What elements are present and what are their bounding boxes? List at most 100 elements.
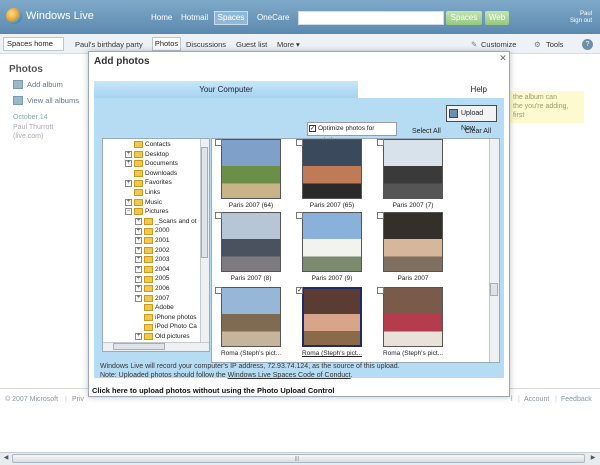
search-spaces-button[interactable]: Spaces bbox=[446, 11, 482, 25]
photo-tile[interactable]: Paris 2007 (7) bbox=[377, 139, 449, 209]
tree-node[interactable]: − Pictures bbox=[125, 207, 209, 217]
photo-tile[interactable]: ✓ Roma (Steph's pict... bbox=[296, 287, 368, 357]
tree-node-label[interactable]: _Scans and ot bbox=[155, 217, 197, 227]
photo-checkbox[interactable] bbox=[215, 212, 222, 219]
help-icon[interactable]: ? bbox=[582, 39, 593, 50]
photo-grid[interactable]: Paris 2007 (64) Paris 2007 (65) Paris 2007… bbox=[211, 138, 500, 363]
tree-scroll-thumb[interactable] bbox=[201, 147, 208, 258]
optimize-checkbox-label[interactable]: Optimize photos for printing bbox=[307, 122, 397, 144]
tree-node-label[interactable]: iPod Photo Ca bbox=[155, 322, 197, 332]
tree-node-label[interactable]: 2007 bbox=[155, 294, 169, 304]
user-name[interactable]: Paul bbox=[556, 11, 592, 18]
expand-icon[interactable]: + bbox=[135, 227, 142, 235]
photo-tile[interactable]: Paris 2007 bbox=[377, 212, 449, 282]
expand-icon[interactable]: + bbox=[135, 333, 142, 341]
tree-node[interactable]: +2007 bbox=[125, 294, 209, 304]
expand-icon[interactable]: + bbox=[135, 246, 142, 254]
expand-icon[interactable]: + bbox=[125, 150, 132, 158]
tree-node-label[interactable]: Favorites bbox=[145, 178, 172, 188]
grid-scroll-thumb[interactable] bbox=[490, 283, 498, 296]
user-menu[interactable]: Paul Sign out bbox=[556, 11, 592, 25]
tree-node[interactable]: +2003 bbox=[125, 255, 209, 265]
folder-tree[interactable]: Contacts + Desktop + Documents Downloads + Favo… bbox=[102, 138, 210, 352]
pencil-icon[interactable]: ✎ bbox=[471, 40, 477, 49]
chevron-down-icon[interactable]: ▾ bbox=[296, 40, 300, 49]
expand-icon[interactable]: + bbox=[135, 256, 142, 264]
photo-thumbnail[interactable] bbox=[221, 212, 281, 272]
collapse-icon[interactable]: − bbox=[125, 208, 132, 216]
photo-thumbnail[interactable] bbox=[302, 139, 362, 199]
select-all-button[interactable]: Select All bbox=[412, 128, 441, 135]
view-all-albums-link[interactable]: View all albums bbox=[27, 96, 79, 105]
add-album-link[interactable]: Add album bbox=[27, 80, 63, 89]
footer-link[interactable]: l bbox=[511, 396, 513, 403]
clear-all-button[interactable]: Clear All bbox=[465, 128, 491, 135]
expand-icon[interactable]: + bbox=[125, 179, 132, 187]
photo-tile[interactable]: Paris 2007 (8) bbox=[215, 212, 287, 282]
photo-checkbox[interactable] bbox=[377, 139, 384, 146]
tab-photos[interactable]: Photos bbox=[152, 37, 181, 51]
tree-node[interactable]: +2002 bbox=[125, 246, 209, 256]
tree-node-label[interactable]: Old pictures bbox=[155, 332, 190, 342]
photo-thumbnail[interactable] bbox=[221, 139, 281, 199]
tree-node[interactable]: + Old pictures bbox=[125, 332, 209, 342]
tree-node-label[interactable]: 2004 bbox=[155, 265, 169, 275]
tree-node-label[interactable]: Adobe bbox=[155, 303, 174, 313]
privacy-link[interactable]: Priv bbox=[72, 396, 84, 403]
tree-node-label[interactable]: Contacts bbox=[145, 140, 171, 150]
spaces-home-button[interactable]: Spaces home bbox=[3, 37, 64, 51]
windows-live-logo[interactable]: Windows Live bbox=[6, 8, 94, 24]
tree-node-label[interactable]: Links bbox=[145, 188, 160, 198]
nav-onecare[interactable]: OneCare bbox=[257, 13, 289, 22]
tab-guest-list[interactable]: Guest list bbox=[236, 40, 267, 49]
grid-vertical-scrollbar[interactable] bbox=[489, 139, 499, 362]
tab-help[interactable]: Help bbox=[358, 81, 504, 98]
expand-icon[interactable]: + bbox=[125, 160, 132, 168]
tree-node[interactable]: Contacts bbox=[125, 140, 209, 150]
tree-node[interactable]: + Music bbox=[125, 198, 209, 208]
photo-checkbox[interactable]: ✓ bbox=[296, 287, 303, 294]
expand-icon[interactable]: + bbox=[135, 237, 142, 245]
nav-hotmail[interactable]: Hotmail bbox=[181, 13, 208, 22]
tree-node[interactable]: Adobe bbox=[125, 303, 209, 313]
tab-your-computer[interactable]: Your Computer bbox=[94, 81, 358, 98]
tree-hscroll-thumb[interactable] bbox=[113, 343, 165, 350]
scroll-right-icon[interactable]: ▶ bbox=[588, 454, 598, 463]
tree-node[interactable]: + Documents bbox=[125, 159, 209, 169]
tree-node-label[interactable]: Pictures bbox=[145, 207, 168, 217]
tree-node-label[interactable]: 2000 bbox=[155, 226, 169, 236]
photo-thumbnail[interactable] bbox=[383, 287, 443, 347]
photo-checkbox[interactable] bbox=[215, 139, 222, 146]
photo-tile[interactable]: Paris 2007 (65) bbox=[296, 139, 368, 209]
upload-without-control-link[interactable]: Click here to upload photos without usin… bbox=[92, 386, 334, 395]
photo-tile[interactable]: Paris 2007 (64) bbox=[215, 139, 287, 209]
feedback-link[interactable]: Feedback bbox=[561, 396, 592, 403]
sign-out-link[interactable]: Sign out bbox=[556, 18, 592, 25]
tree-node[interactable]: +2005 bbox=[125, 274, 209, 284]
close-icon[interactable]: ✕ bbox=[498, 53, 508, 63]
tree-node-label[interactable]: iPhone photos bbox=[155, 313, 197, 323]
tree-node[interactable]: Links bbox=[125, 188, 209, 198]
photo-thumbnail[interactable] bbox=[221, 287, 281, 347]
photo-checkbox[interactable] bbox=[377, 212, 384, 219]
tree-node-label[interactable]: Desktop bbox=[145, 150, 169, 160]
nav-home[interactable]: Home bbox=[151, 13, 172, 22]
tree-node[interactable]: + _Scans and ot bbox=[125, 217, 209, 227]
customize-link[interactable]: Customize bbox=[481, 40, 516, 49]
nav-spaces[interactable]: Spaces bbox=[214, 11, 248, 25]
tab-birthday-party[interactable]: Paul's birthday party bbox=[75, 40, 143, 49]
tree-node[interactable]: +2006 bbox=[125, 284, 209, 294]
photo-checkbox[interactable] bbox=[377, 287, 384, 294]
photo-thumbnail[interactable] bbox=[302, 212, 362, 272]
photo-thumbnail[interactable] bbox=[302, 287, 362, 347]
expand-icon[interactable]: + bbox=[135, 285, 142, 293]
optimize-checkbox[interactable]: ✓ bbox=[309, 125, 316, 132]
tree-node-label[interactable]: 2002 bbox=[155, 246, 169, 256]
tree-node[interactable]: +2000 bbox=[125, 226, 209, 236]
photo-thumbnail[interactable] bbox=[383, 212, 443, 272]
tree-node[interactable]: +2001 bbox=[125, 236, 209, 246]
expand-icon[interactable]: + bbox=[125, 198, 132, 206]
tree-node-label[interactable]: Music bbox=[145, 198, 162, 208]
tree-node-label[interactable]: 2005 bbox=[155, 274, 169, 284]
expand-icon[interactable]: + bbox=[135, 218, 142, 226]
